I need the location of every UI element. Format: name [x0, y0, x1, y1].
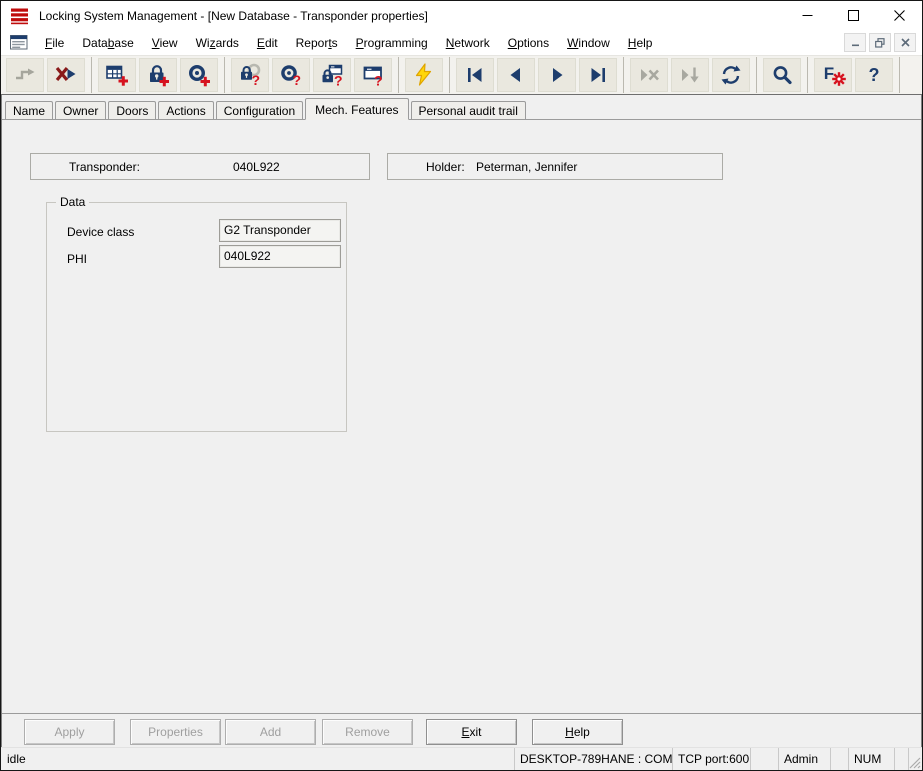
toolbar-separator — [756, 57, 757, 93]
toolbar-separator — [91, 57, 92, 93]
first-record-icon[interactable] — [456, 58, 494, 92]
exit-button[interactable]: Exit — [426, 719, 517, 745]
menu-network[interactable]: Network — [437, 33, 499, 53]
holder-label: Holder: — [426, 160, 465, 174]
status-text: idle — [1, 748, 26, 770]
menu-view[interactable]: View — [143, 33, 187, 53]
menu-options[interactable]: Options — [499, 33, 558, 53]
app-icon — [10, 7, 30, 25]
new-locking-system-icon[interactable] — [98, 58, 136, 92]
mdi-window-controls — [844, 33, 916, 52]
toolbar-separator — [224, 57, 225, 93]
statusbar-connection: DESKTOP-789HANE : COM(*) — [514, 748, 672, 770]
transponder-properties-dialog: Name Owner Doors Actions Configuration M… — [1, 95, 922, 747]
read-lock-icon[interactable]: ? — [231, 58, 269, 92]
jump-to-record-icon[interactable] — [671, 58, 709, 92]
statusbar-tcp-port: TCP port:6001 — [672, 748, 750, 770]
toolbar-separator — [449, 57, 450, 93]
add-button[interactable]: Add — [225, 719, 316, 745]
window-title: Locking System Management - [New Databas… — [39, 9, 428, 23]
filter-settings-icon[interactable]: F — [814, 58, 852, 92]
menu-database[interactable]: Database — [73, 33, 142, 53]
device-class-field[interactable]: G2 Transponder — [219, 219, 341, 242]
menu-file[interactable]: File — [36, 33, 73, 53]
apply-button[interactable]: Apply — [24, 719, 115, 745]
mdi-restore-icon[interactable] — [869, 33, 891, 52]
svg-text:?: ? — [374, 73, 383, 88]
properties-button[interactable]: Properties — [130, 719, 221, 745]
statusbar-user: Admin — [778, 748, 830, 770]
dialog-button-row: Apply Properties Add Remove Exit Help — [2, 713, 921, 747]
transponder-label: Transponder: — [69, 160, 140, 174]
tab-configuration[interactable]: Configuration — [216, 101, 303, 119]
menu-wizards[interactable]: Wizards — [187, 33, 248, 53]
toolbar-separator — [398, 57, 399, 93]
close-icon[interactable] — [876, 1, 922, 30]
toolbar-separator — [807, 57, 808, 93]
read-network-device-icon[interactable]: ? — [354, 58, 392, 92]
statusbar-empty-1 — [750, 748, 778, 770]
tab-mech-features[interactable]: Mech. Features — [305, 98, 408, 120]
help-button[interactable]: Help — [532, 719, 623, 745]
toolbar-separator — [899, 57, 900, 93]
menu-edit[interactable]: Edit — [248, 33, 287, 53]
last-record-icon[interactable] — [579, 58, 617, 92]
menubar: File Database View Wizards Edit Reports … — [1, 30, 922, 55]
statusbar-empty-2 — [830, 748, 848, 770]
previous-record-icon[interactable] — [497, 58, 535, 92]
remove-button[interactable]: Remove — [322, 719, 413, 745]
maximize-icon[interactable] — [830, 1, 876, 30]
statusbar-panels: DESKTOP-789HANE : COM(*) TCP port:6001 A… — [514, 748, 922, 770]
new-transponder-icon[interactable] — [180, 58, 218, 92]
toolbar-separator — [623, 57, 624, 93]
toolbar: ? ? ? ? — [1, 55, 922, 95]
transponder-value: 040L922 — [233, 160, 280, 174]
holder-summary-box: Holder: Peterman, Jennifer — [387, 153, 723, 180]
statusbar-empty-3 — [894, 748, 908, 770]
statusbar-numlock: NUM — [848, 748, 894, 770]
menu-help[interactable]: Help — [619, 33, 662, 53]
tab-owner[interactable]: Owner — [55, 101, 106, 119]
transponder-summary-box: Transponder: 040L922 — [30, 153, 370, 180]
holder-value: Peterman, Jennifer — [476, 160, 577, 174]
app-window: Locking System Management - [New Databas… — [0, 0, 923, 771]
titlebar: Locking System Management - [New Databas… — [1, 1, 922, 30]
gear-icon — [831, 71, 847, 87]
connect-icon[interactable] — [6, 58, 44, 92]
resize-grip-icon[interactable] — [908, 748, 922, 770]
disconnect-icon[interactable] — [47, 58, 85, 92]
minimize-icon[interactable] — [784, 1, 830, 30]
mdi-minimize-icon[interactable] — [844, 33, 866, 52]
help-icon[interactable]: ? — [855, 58, 893, 92]
svg-text:?: ? — [252, 72, 261, 87]
menu-reports[interactable]: Reports — [287, 33, 347, 53]
data-groupbox: Data Device class G2 Transponder PHI 040… — [46, 202, 347, 432]
statusbar: idle DESKTOP-789HANE : COM(*) TCP port:6… — [1, 747, 922, 770]
phi-field[interactable]: 040L922 — [219, 245, 341, 268]
menu-programming[interactable]: Programming — [347, 33, 437, 53]
read-transponder-icon[interactable]: ? — [272, 58, 310, 92]
tab-actions[interactable]: Actions — [158, 101, 213, 119]
tab-doors[interactable]: Doors — [108, 101, 156, 119]
device-class-label: Device class — [67, 225, 134, 239]
mech-features-page: Transponder: 040L922 Holder: Peterman, J… — [2, 120, 921, 713]
next-record-icon[interactable] — [538, 58, 576, 92]
cancel-navigation-icon[interactable] — [630, 58, 668, 92]
tab-personal-audit-trail[interactable]: Personal audit trail — [411, 101, 526, 119]
read-lock-remote-icon[interactable]: ? — [313, 58, 351, 92]
search-icon[interactable] — [763, 58, 801, 92]
phi-label: PHI — [67, 252, 87, 266]
mdi-close-icon[interactable] — [894, 33, 916, 52]
menu-window[interactable]: Window — [558, 33, 619, 53]
svg-text:?: ? — [334, 73, 343, 88]
program-icon[interactable] — [405, 58, 443, 92]
document-icon[interactable] — [10, 35, 28, 50]
tabstrip: Name Owner Doors Actions Configuration M… — [2, 95, 921, 120]
refresh-icon[interactable] — [712, 58, 750, 92]
svg-text:?: ? — [293, 72, 302, 87]
tab-name[interactable]: Name — [5, 101, 53, 119]
data-groupbox-title: Data — [56, 195, 89, 209]
new-lock-icon[interactable] — [139, 58, 177, 92]
